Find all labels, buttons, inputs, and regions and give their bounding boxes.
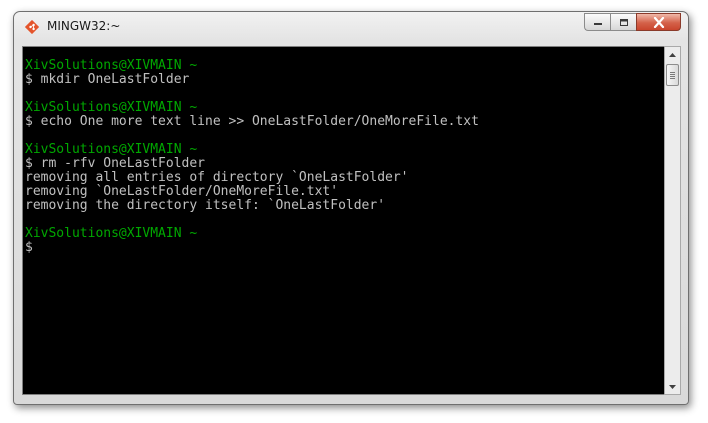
git-logo-icon (25, 20, 39, 34)
maximize-button[interactable] (610, 13, 636, 31)
title-bar[interactable]: MINGW32:~ (14, 12, 688, 42)
scroll-up-button[interactable] (665, 47, 680, 62)
terminal-line-prompt: XivSolutions@XIVMAIN ~ (25, 226, 198, 241)
close-button[interactable] (636, 13, 681, 31)
terminal-line-output: removing the directory itself: `OneLastF… (25, 198, 386, 213)
scroll-thumb[interactable] (666, 64, 679, 86)
scroll-down-button[interactable] (665, 379, 680, 394)
terminal-line-command: $ rm -rfv OneLastFolder (25, 156, 206, 171)
terminal-line-command: $ mkdir OneLastFolder (25, 72, 190, 87)
terminal-line-output: removing all entries of directory `OneLa… (25, 170, 409, 185)
terminal-line-prompt: XivSolutions@XIVMAIN ~ (25, 142, 198, 157)
minimize-button[interactable] (584, 13, 610, 31)
window-title: MINGW32:~ (47, 19, 121, 33)
terminal-line-command: $ echo One more text line >> OneLastFold… (25, 114, 479, 129)
minimize-icon (593, 23, 602, 25)
terminal-line-prompt: XivSolutions@XIVMAIN ~ (25, 100, 198, 115)
close-icon (653, 16, 664, 28)
vertical-scrollbar[interactable] (664, 46, 681, 395)
terminal-line-prompt: XivSolutions@XIVMAIN ~ (25, 58, 198, 73)
chevron-down-icon (669, 384, 676, 389)
terminal-text: XivSolutions@XIVMAIN ~ $ mkdir OneLastFol… (25, 59, 479, 255)
chevron-up-icon (669, 52, 676, 57)
terminal-line-output: removing `OneLastFolder/OneMoreFile.txt' (25, 184, 339, 199)
terminal-window: MINGW32:~ XivSolutions@XIVMAIN ~$ mkdir (13, 11, 689, 405)
terminal-line-command: $ (25, 240, 33, 255)
maximize-icon (619, 18, 628, 26)
terminal-output[interactable]: XivSolutions@XIVMAIN ~ $ mkdir OneLastFol… (22, 46, 664, 395)
